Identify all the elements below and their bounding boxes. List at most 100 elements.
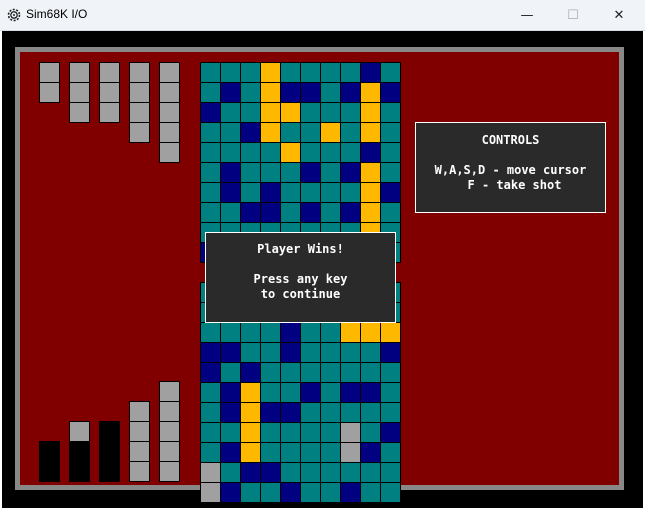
water-cell[interactable] [321, 383, 340, 402]
water-cell[interactable] [341, 343, 360, 362]
water-cell[interactable] [241, 483, 260, 502]
water-cell[interactable] [221, 463, 240, 482]
miss-cell[interactable] [301, 163, 320, 182]
miss-cell[interactable] [341, 383, 360, 402]
miss-cell[interactable] [221, 383, 240, 402]
miss-cell[interactable] [381, 83, 400, 102]
water-cell[interactable] [221, 123, 240, 142]
water-cell[interactable] [241, 343, 260, 362]
water-cell[interactable] [201, 63, 220, 82]
hit-cell[interactable] [261, 123, 280, 142]
water-cell[interactable] [201, 423, 220, 442]
water-cell[interactable] [241, 163, 260, 182]
water-cell[interactable] [301, 403, 320, 422]
water-cell[interactable] [261, 343, 280, 362]
water-cell[interactable] [301, 123, 320, 142]
miss-cell[interactable] [341, 203, 360, 222]
miss-cell[interactable] [241, 123, 260, 142]
miss-cell[interactable] [221, 343, 240, 362]
water-cell[interactable] [201, 403, 220, 422]
water-cell[interactable] [201, 443, 220, 462]
water-cell[interactable] [241, 63, 260, 82]
water-cell[interactable] [201, 143, 220, 162]
miss-cell[interactable] [381, 183, 400, 202]
water-cell[interactable] [241, 143, 260, 162]
water-cell[interactable] [301, 443, 320, 462]
water-cell[interactable] [341, 403, 360, 422]
miss-cell[interactable] [201, 103, 220, 122]
water-cell[interactable] [341, 463, 360, 482]
miss-cell[interactable] [221, 443, 240, 462]
water-cell[interactable] [381, 163, 400, 182]
water-cell[interactable] [241, 183, 260, 202]
water-cell[interactable] [321, 63, 340, 82]
water-cell[interactable] [321, 483, 340, 502]
water-cell[interactable] [321, 363, 340, 382]
water-cell[interactable] [261, 363, 280, 382]
miss-cell[interactable] [281, 483, 300, 502]
water-cell[interactable] [361, 363, 380, 382]
ship-cell[interactable] [201, 483, 220, 502]
miss-cell[interactable] [201, 363, 220, 382]
ship-cell[interactable] [201, 463, 220, 482]
water-cell[interactable] [381, 143, 400, 162]
water-cell[interactable] [201, 323, 220, 342]
water-cell[interactable] [281, 443, 300, 462]
water-cell[interactable] [321, 403, 340, 422]
hit-cell[interactable] [241, 383, 260, 402]
water-cell[interactable] [221, 143, 240, 162]
miss-cell[interactable] [221, 183, 240, 202]
hit-cell[interactable] [281, 103, 300, 122]
water-cell[interactable] [201, 83, 220, 102]
water-cell[interactable] [381, 483, 400, 502]
miss-cell[interactable] [261, 183, 280, 202]
water-cell[interactable] [321, 343, 340, 362]
miss-cell[interactable] [261, 403, 280, 422]
water-cell[interactable] [221, 423, 240, 442]
water-cell[interactable] [361, 483, 380, 502]
water-cell[interactable] [241, 103, 260, 122]
hit-cell[interactable] [361, 123, 380, 142]
ship-cell[interactable] [341, 423, 360, 442]
water-cell[interactable] [381, 103, 400, 122]
water-cell[interactable] [341, 143, 360, 162]
water-cell[interactable] [281, 363, 300, 382]
miss-cell[interactable] [281, 83, 300, 102]
water-cell[interactable] [301, 143, 320, 162]
water-cell[interactable] [381, 403, 400, 422]
hit-cell[interactable] [381, 323, 400, 342]
water-cell[interactable] [261, 423, 280, 442]
hit-cell[interactable] [361, 83, 380, 102]
miss-cell[interactable] [221, 163, 240, 182]
water-cell[interactable] [341, 63, 360, 82]
water-cell[interactable] [281, 423, 300, 442]
water-cell[interactable] [301, 483, 320, 502]
hit-cell[interactable] [361, 103, 380, 122]
miss-cell[interactable] [241, 363, 260, 382]
water-cell[interactable] [341, 183, 360, 202]
miss-cell[interactable] [221, 403, 240, 422]
miss-cell[interactable] [361, 143, 380, 162]
miss-cell[interactable] [301, 203, 320, 222]
water-cell[interactable] [321, 143, 340, 162]
water-cell[interactable] [261, 143, 280, 162]
water-cell[interactable] [321, 103, 340, 122]
hit-cell[interactable] [361, 163, 380, 182]
water-cell[interactable] [381, 383, 400, 402]
miss-cell[interactable] [201, 343, 220, 362]
miss-cell[interactable] [341, 163, 360, 182]
miss-cell[interactable] [261, 463, 280, 482]
water-cell[interactable] [361, 403, 380, 422]
miss-cell[interactable] [281, 323, 300, 342]
miss-cell[interactable] [281, 343, 300, 362]
miss-cell[interactable] [221, 483, 240, 502]
water-cell[interactable] [321, 183, 340, 202]
hit-cell[interactable] [261, 63, 280, 82]
water-cell[interactable] [261, 483, 280, 502]
water-cell[interactable] [301, 323, 320, 342]
water-cell[interactable] [321, 163, 340, 182]
water-cell[interactable] [301, 103, 320, 122]
miss-cell[interactable] [361, 63, 380, 82]
miss-cell[interactable] [381, 343, 400, 362]
water-cell[interactable] [361, 423, 380, 442]
